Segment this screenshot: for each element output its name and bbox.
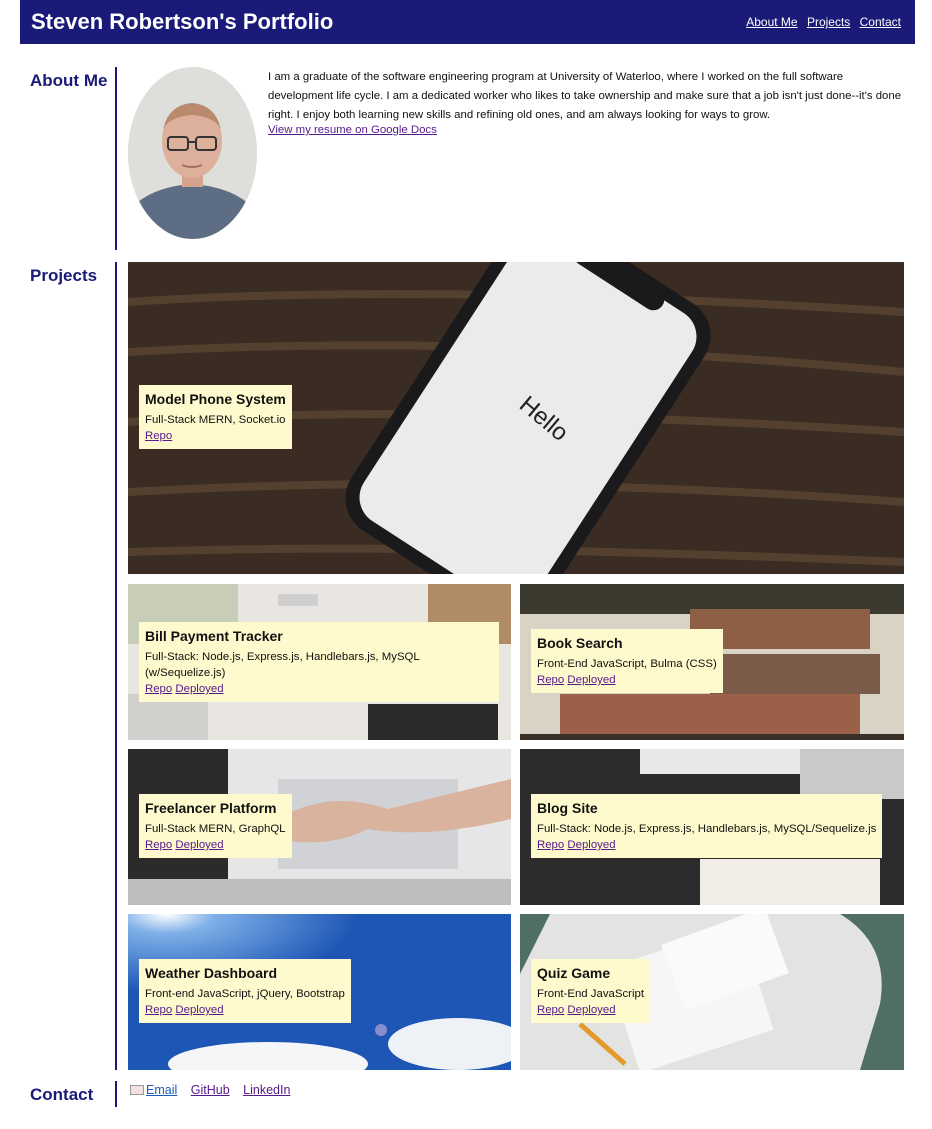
- deployed-link[interactable]: Deployed: [175, 1004, 223, 1016]
- project-info-blog-site: Blog Site Full-Stack: Node.js, Express.j…: [531, 794, 883, 858]
- contact-links: Email GitHub LinkedIn: [130, 1083, 300, 1097]
- resume-link[interactable]: View my resume on Google Docs: [268, 124, 437, 136]
- project-name: Bill Payment Tracker: [145, 628, 283, 644]
- repo-link[interactable]: Repo: [145, 683, 172, 695]
- project-tech: Front-end JavaScript, jQuery, Bootstrap: [145, 988, 345, 1000]
- project-info-bill-payment: Bill Payment Tracker Full-Stack: Node.js…: [139, 622, 499, 702]
- contact-divider: [115, 1081, 117, 1107]
- project-tech: Full-Stack: Node.js, Express.js, Handleb…: [537, 823, 877, 835]
- about-heading: About Me: [30, 71, 108, 90]
- site-header: Steven Robertson's Portfolio About Me Pr…: [20, 0, 915, 44]
- site-title: Steven Robertson's Portfolio: [31, 9, 334, 34]
- project-card-freelancer: Freelancer Platform Full-Stack MERN, Gra…: [128, 749, 511, 905]
- project-tech: Full-Stack MERN, GraphQL: [145, 823, 286, 835]
- project-card-blog-site: Blog Site Full-Stack: Node.js, Express.j…: [520, 749, 904, 905]
- project-tech: Full-Stack: Node.js, Express.js, Handleb…: [145, 651, 420, 679]
- project-card-bill-payment: Bill Payment Tracker Full-Stack: Node.js…: [128, 584, 511, 740]
- deployed-link[interactable]: Deployed: [175, 839, 223, 851]
- project-name: Blog Site: [537, 800, 598, 816]
- project-name: Weather Dashboard: [145, 965, 277, 981]
- email-link[interactable]: Email: [130, 1083, 177, 1097]
- project-name: Quiz Game: [537, 965, 611, 981]
- repo-link[interactable]: Repo: [145, 430, 172, 442]
- project-info-weather: Weather Dashboard Front-end JavaScript, …: [139, 959, 351, 1023]
- project-name: Book Search: [537, 635, 623, 651]
- project-tech: Front-End JavaScript, Bulma (CSS): [537, 658, 717, 670]
- project-info-quiz-game: Quiz Game Front-End JavaScript Repo Depl…: [531, 959, 650, 1023]
- deployed-link[interactable]: Deployed: [567, 839, 615, 851]
- project-card-quiz-game: Quiz Game Front-End JavaScript Repo Depl…: [520, 914, 904, 1070]
- contact-heading: Contact: [30, 1085, 94, 1104]
- deployed-link[interactable]: Deployed: [567, 674, 615, 686]
- github-link[interactable]: GitHub: [191, 1083, 230, 1097]
- nav-contact[interactable]: Contact: [860, 15, 901, 29]
- repo-link[interactable]: Repo: [145, 839, 172, 851]
- avatar: [128, 67, 257, 239]
- nav-about-me[interactable]: About Me: [746, 15, 797, 29]
- deployed-link[interactable]: Deployed: [567, 1004, 615, 1016]
- nav-projects[interactable]: Projects: [807, 15, 850, 29]
- repo-link[interactable]: Repo: [537, 1004, 564, 1016]
- about-divider: [115, 67, 117, 250]
- email-icon: [130, 1084, 144, 1095]
- project-info-model-phone: Model Phone System Full-Stack MERN, Sock…: [139, 385, 292, 449]
- deployed-link[interactable]: Deployed: [175, 683, 223, 695]
- project-name: Model Phone System: [145, 391, 286, 407]
- project-tech: Front-End JavaScript: [537, 988, 644, 1000]
- repo-link[interactable]: Repo: [145, 1004, 172, 1016]
- about-text: I am a graduate of the software engineer…: [268, 71, 902, 121]
- project-info-freelancer: Freelancer Platform Full-Stack MERN, Gra…: [139, 794, 292, 858]
- linkedin-link[interactable]: LinkedIn: [243, 1083, 290, 1097]
- project-name: Freelancer Platform: [145, 800, 277, 816]
- projects-heading: Projects: [30, 266, 98, 285]
- top-nav: About Me Projects Contact: [740, 15, 901, 29]
- repo-link[interactable]: Repo: [537, 674, 564, 686]
- project-card-weather: Weather Dashboard Front-end JavaScript, …: [128, 914, 511, 1070]
- project-tech: Full-Stack MERN, Socket.io: [145, 414, 286, 426]
- project-info-book-search: Book Search Front-End JavaScript, Bulma …: [531, 629, 723, 693]
- repo-link[interactable]: Repo: [537, 839, 564, 851]
- project-card-model-phone: Hello Model Phone System Full-Stack MERN…: [128, 262, 904, 574]
- projects-divider: [115, 262, 117, 1070]
- project-card-book-search: Book Search Front-End JavaScript, Bulma …: [520, 584, 904, 740]
- email-label: Email: [146, 1083, 178, 1097]
